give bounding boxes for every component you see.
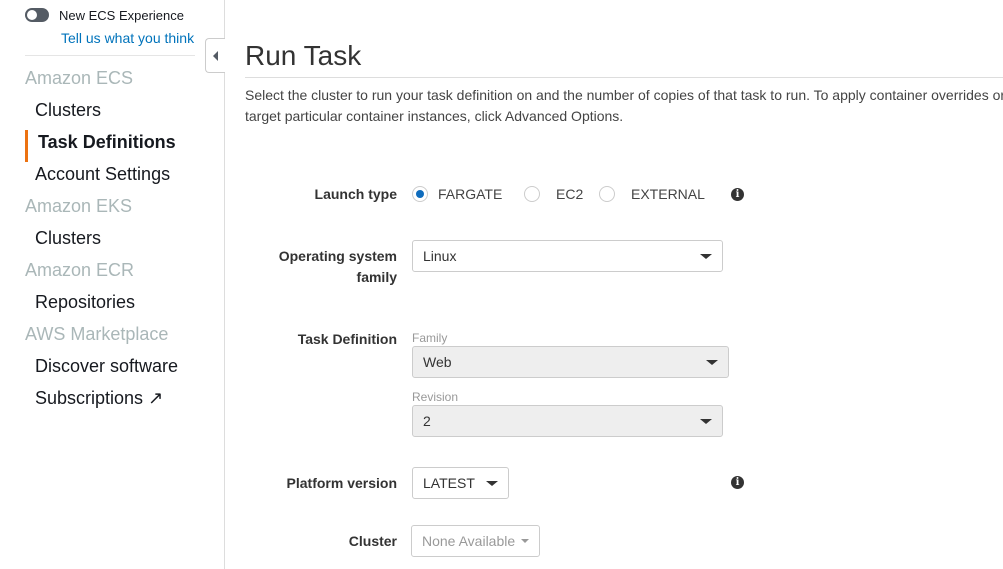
task-definition-label: Task Definition (297, 331, 397, 347)
family-select[interactable]: Web (412, 346, 729, 378)
sidebar-item-discover-software[interactable]: Discover software (25, 354, 215, 386)
sidebar-item-repositories[interactable]: Repositories (25, 290, 215, 322)
nav-group-ecr: Amazon ECR (25, 260, 135, 280)
platform-version-select[interactable]: LATEST (412, 467, 509, 499)
radio-fargate-label[interactable]: FARGATE (438, 186, 502, 202)
sidebar: New ECS Experience Tell us what you thin… (0, 0, 225, 569)
nav-group-eks: Amazon EKS (25, 196, 133, 216)
radio-fargate[interactable] (412, 186, 428, 202)
page-description: Select the cluster to run your task defi… (245, 85, 1003, 127)
revision-select[interactable]: 2 (412, 405, 723, 437)
info-icon[interactable]: i (731, 188, 744, 201)
nav-group-marketplace: AWS Marketplace (25, 324, 169, 344)
os-label-line: Operating system (278, 248, 397, 264)
radio-ec2-label[interactable]: EC2 (556, 186, 583, 202)
os-family-label: Operating system family (279, 246, 397, 288)
description-line: Select the cluster to run your task defi… (245, 87, 1003, 103)
cluster-select[interactable]: None Available (411, 525, 540, 557)
sidebar-item-eks-clusters[interactable]: Clusters (25, 226, 215, 258)
sidebar-item-account-settings[interactable]: Account Settings (25, 162, 215, 194)
nav-group-ecs: Amazon ECS (25, 68, 134, 88)
platform-version-label: Platform version (286, 475, 397, 491)
radio-external[interactable] (599, 186, 615, 202)
subscriptions-label: Subscriptions (35, 388, 144, 408)
divider (245, 77, 1003, 78)
new-experience-label: New ECS Experience (59, 8, 184, 23)
launch-type-label: Launch type (314, 186, 397, 202)
sidebar-nav: Amazon ECS Clusters Task Definitions Acc… (25, 66, 215, 418)
sidebar-item-clusters[interactable]: Clusters (25, 98, 215, 130)
os-label-line: family (356, 269, 397, 285)
revision-label: Revision (412, 390, 459, 404)
feedback-link[interactable]: Tell us what you think (61, 30, 194, 46)
radio-external-label[interactable]: EXTERNAL (631, 186, 705, 202)
new-experience-toggle[interactable] (25, 8, 49, 22)
description-line: target particular container instances, c… (245, 108, 624, 124)
external-link-icon: ↗ (148, 388, 164, 408)
os-family-select[interactable]: Linux (412, 240, 723, 272)
cluster-label: Cluster (348, 533, 397, 549)
sidebar-item-subscriptions[interactable]: Subscriptions ↗ (25, 386, 215, 418)
info-icon[interactable]: i (731, 476, 744, 489)
divider (25, 55, 195, 56)
page-title: Run Task (245, 40, 362, 71)
family-label: Family (412, 331, 448, 345)
collapse-sidebar-button[interactable] (205, 38, 225, 73)
sidebar-item-task-definitions[interactable]: Task Definitions (25, 130, 215, 162)
radio-ec2[interactable] (524, 186, 540, 202)
